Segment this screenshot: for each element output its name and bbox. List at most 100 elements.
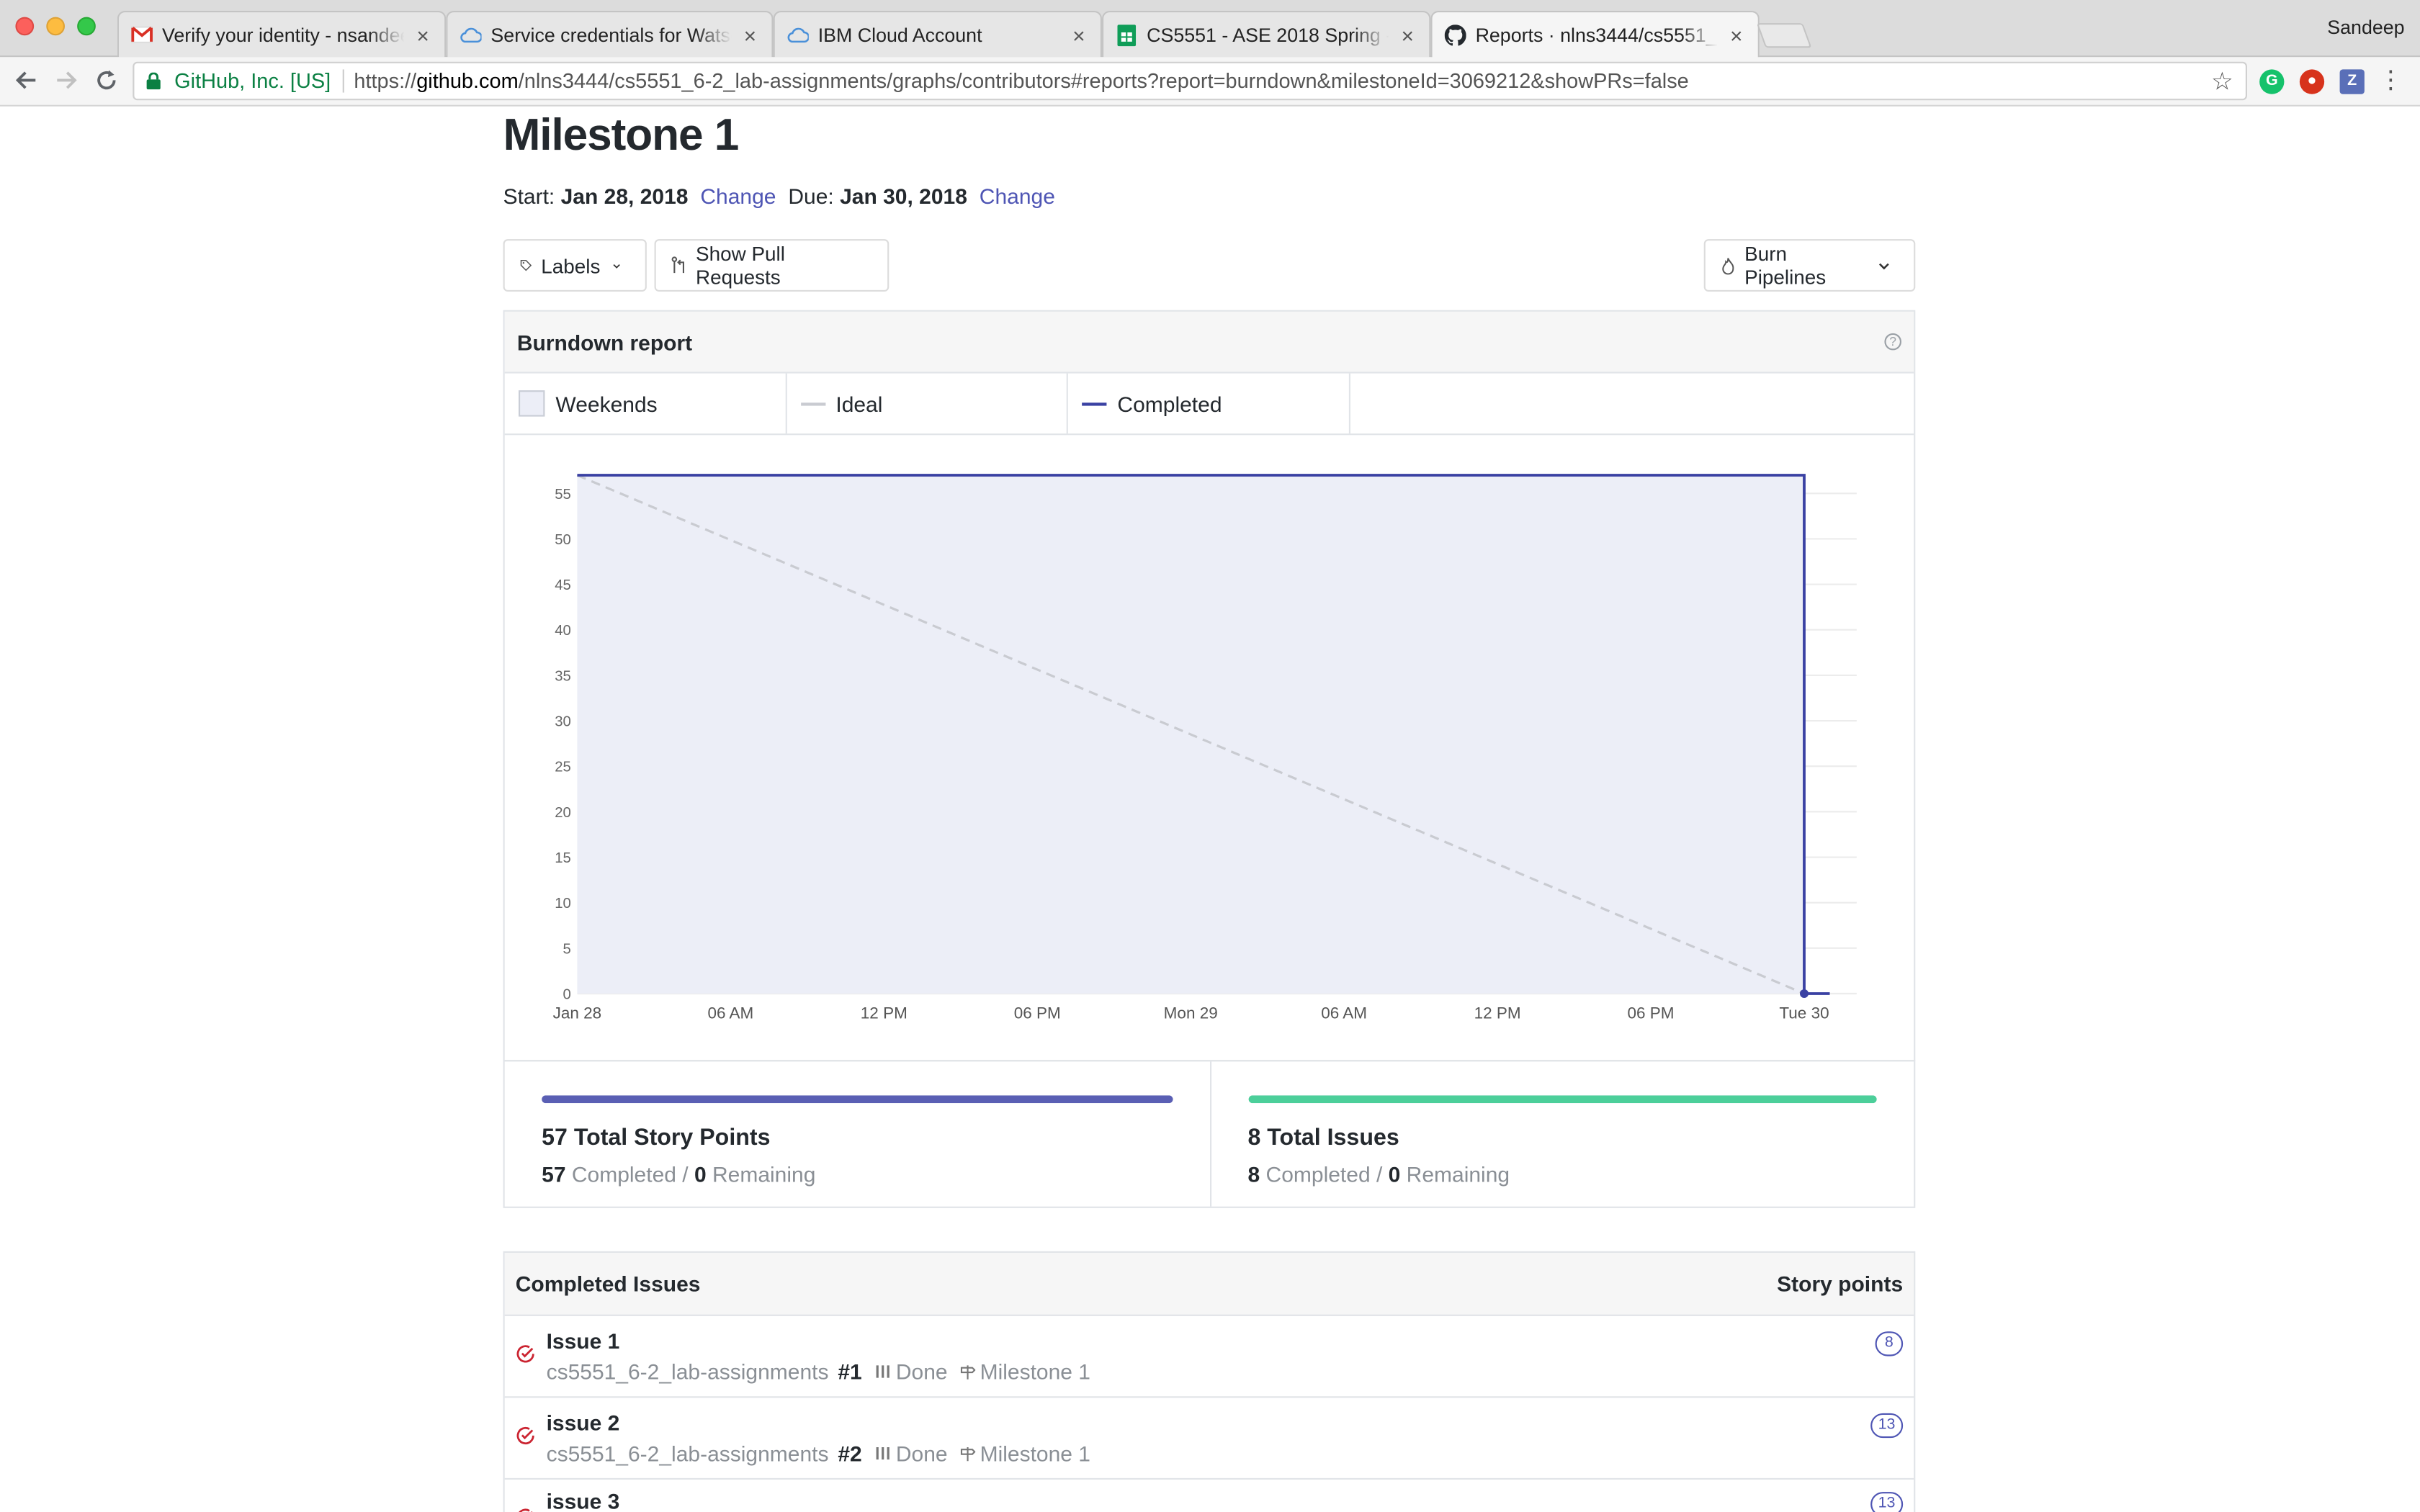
milestone-title: Milestone 1 [503,111,740,161]
browser-tab[interactable]: Verify your identity - nsandeep × [117,11,447,58]
issue-number: #1 [838,1359,862,1385]
maximize-window-button[interactable] [77,17,96,36]
address-bar[interactable]: GitHub, Inc. [US] https:// github.com /n… [133,61,2248,101]
y-tick-label: 30 [555,714,571,730]
y-tick-label: 15 [555,850,571,866]
due-label: Due: [788,183,834,209]
change-due-link[interactable]: Change [980,184,1055,208]
closed-issue-icon [516,1508,536,1512]
tab-title: Service credentials for Watson [490,24,732,46]
issue-row[interactable]: issue 3 13 [505,1480,1914,1512]
close-tab-icon[interactable]: × [413,22,432,47]
chevron-down-icon [613,263,620,268]
burndown-report-header: Burndown report ? [504,311,1914,374]
back-icon[interactable] [12,68,40,96]
show-prs-label: Show Pull Requests [696,242,785,289]
tab-title: IBM Cloud Account [817,24,982,46]
issue-title[interactable]: issue 2 [547,1410,620,1435]
change-start-link[interactable]: Change [700,184,776,208]
issue-meta: cs5551_6-2_lab-assignments #1 Done Miles… [547,1359,1090,1384]
tab-title: CS5551 - ASE 2018 Spring - G [1147,24,1389,46]
bookmark-star-icon[interactable]: ☆ [2211,66,2233,96]
labels-button-label: Labels [541,253,601,277]
gmail-icon [131,24,153,45]
issues-progress-fill [1247,1095,1877,1104]
y-tick-label: 10 [555,896,571,912]
issue-title[interactable]: issue 3 [547,1489,620,1512]
cloud-icon [460,24,482,45]
tab-title: Verify your identity - nsandeep [162,24,405,46]
issues-total: 8 Total Issues [1247,1125,1399,1151]
x-tick-label: 06 PM [1628,1004,1675,1022]
issues-remaining: 0 [1388,1161,1401,1187]
forward-icon[interactable] [53,68,81,96]
burndown-chart: 0 5 10 15 20 25 30 35 40 45 50 55 Jan 28 06 AM 12 PM 06… [553,474,1857,1022]
issue-row[interactable]: Issue 1 cs5551_6-2_lab-assignments #1 Do… [504,1316,1914,1398]
burn-pipelines-button[interactable]: Burn Pipelines [1703,239,1916,292]
close-tab-icon[interactable]: × [1070,22,1088,47]
x-tick-label: Jan 28 [553,1004,602,1022]
issue-pipeline: Done [876,1441,948,1466]
story-points-completed: 57 [542,1161,566,1187]
pull-request-icon [671,256,685,274]
story-points-badge: 13 [1870,1492,1904,1512]
story-points-remaining: 0 [694,1161,707,1187]
browser-tab[interactable]: IBM Cloud Account × [773,11,1102,58]
grammarly-extension-icon[interactable]: G [2259,69,2285,94]
closed-issue-icon [516,1344,536,1372]
browser-window: Verify your identity - nsandeep × Servic… [0,0,2420,1512]
zenhub-extension-icon[interactable]: Z [2339,69,2365,94]
browser-menu-icon[interactable]: ⋮ [2378,68,2403,94]
browser-tab[interactable]: Service credentials for Watson × [446,11,774,58]
legend-weekends[interactable]: Weekends [505,373,786,434]
close-tab-icon[interactable]: × [1727,23,1746,48]
x-tick-label: Mon 29 [1164,1004,1218,1022]
browser-tab[interactable]: CS5551 - ASE 2018 Spring - G × [1102,11,1431,58]
pipeline-label: Done [895,1441,948,1466]
issues-breakdown: 8 Completed / 0 Remaining [1248,1162,1877,1187]
issue-milestone: Milestone 1 [960,1359,1090,1384]
ideal-swatch [800,402,825,405]
profile-name[interactable]: Sandeep [2327,17,2404,39]
x-tick-label: 06 AM [1321,1004,1367,1022]
close-tab-icon[interactable]: × [741,22,760,47]
browser-tab-active[interactable]: Reports · nlns3444/cs5551_6- × [1430,11,1760,59]
labels-filter-button[interactable]: Labels [503,239,647,292]
adblock-extension-icon[interactable]: ● [2299,69,2325,94]
y-tick-label: 55 [555,487,571,503]
y-tick-label: 25 [555,760,571,775]
close-tab-icon[interactable]: × [1398,22,1417,47]
tab-bar: Verify your identity - nsandeep × Servic… [0,0,2420,59]
legend-completed-label: Completed [1117,391,1222,416]
issue-milestone: Milestone 1 [960,1441,1090,1466]
y-tick-label: 0 [563,986,571,1002]
legend-ideal[interactable]: Ideal [786,373,1068,434]
completed-issues-title: Completed Issues [515,1271,701,1296]
y-tick-label: 5 [563,941,571,957]
x-tick-label: 06 PM [1014,1004,1061,1022]
report-container: Milestone 1 Start: Jan 28, 2018 Change D… [503,107,1916,1512]
y-tick-label: 50 [555,532,571,548]
issue-meta: cs5551_6-2_lab-assignments #2 Done Miles… [547,1441,1090,1465]
legend-weekends-label: Weekends [555,391,658,416]
reload-icon[interactable] [93,68,121,96]
legend-completed[interactable]: Completed [1068,373,1350,434]
milestone-label: Milestone 1 [980,1441,1090,1466]
legend-spacer [1350,374,1914,434]
url-path: /nlns3444/cs5551_6-2_lab-assignments/gra… [518,69,1689,93]
minimize-window-button[interactable] [46,17,65,36]
close-window-button[interactable] [15,17,35,36]
completed-data-point [1799,989,1809,998]
show-pull-requests-button[interactable]: Show Pull Requests [654,239,889,292]
issue-title[interactable]: Issue 1 [547,1328,620,1353]
issue-row[interactable]: issue 2 cs5551_6-2_lab-assignments #2 Do… [504,1398,1914,1480]
issues-completed: 8 [1247,1161,1260,1187]
help-icon[interactable]: ? [1884,333,1901,351]
url-scheme: https:// [354,69,417,93]
y-tick-label: 45 [555,577,571,593]
milestone-icon [960,1364,976,1379]
completed-issues-header: Completed Issues Story points [504,1253,1914,1316]
url-host: github.com [416,69,519,93]
new-tab-button[interactable] [1756,23,1812,48]
story-points-total: 57 Total Story Points [542,1125,771,1151]
